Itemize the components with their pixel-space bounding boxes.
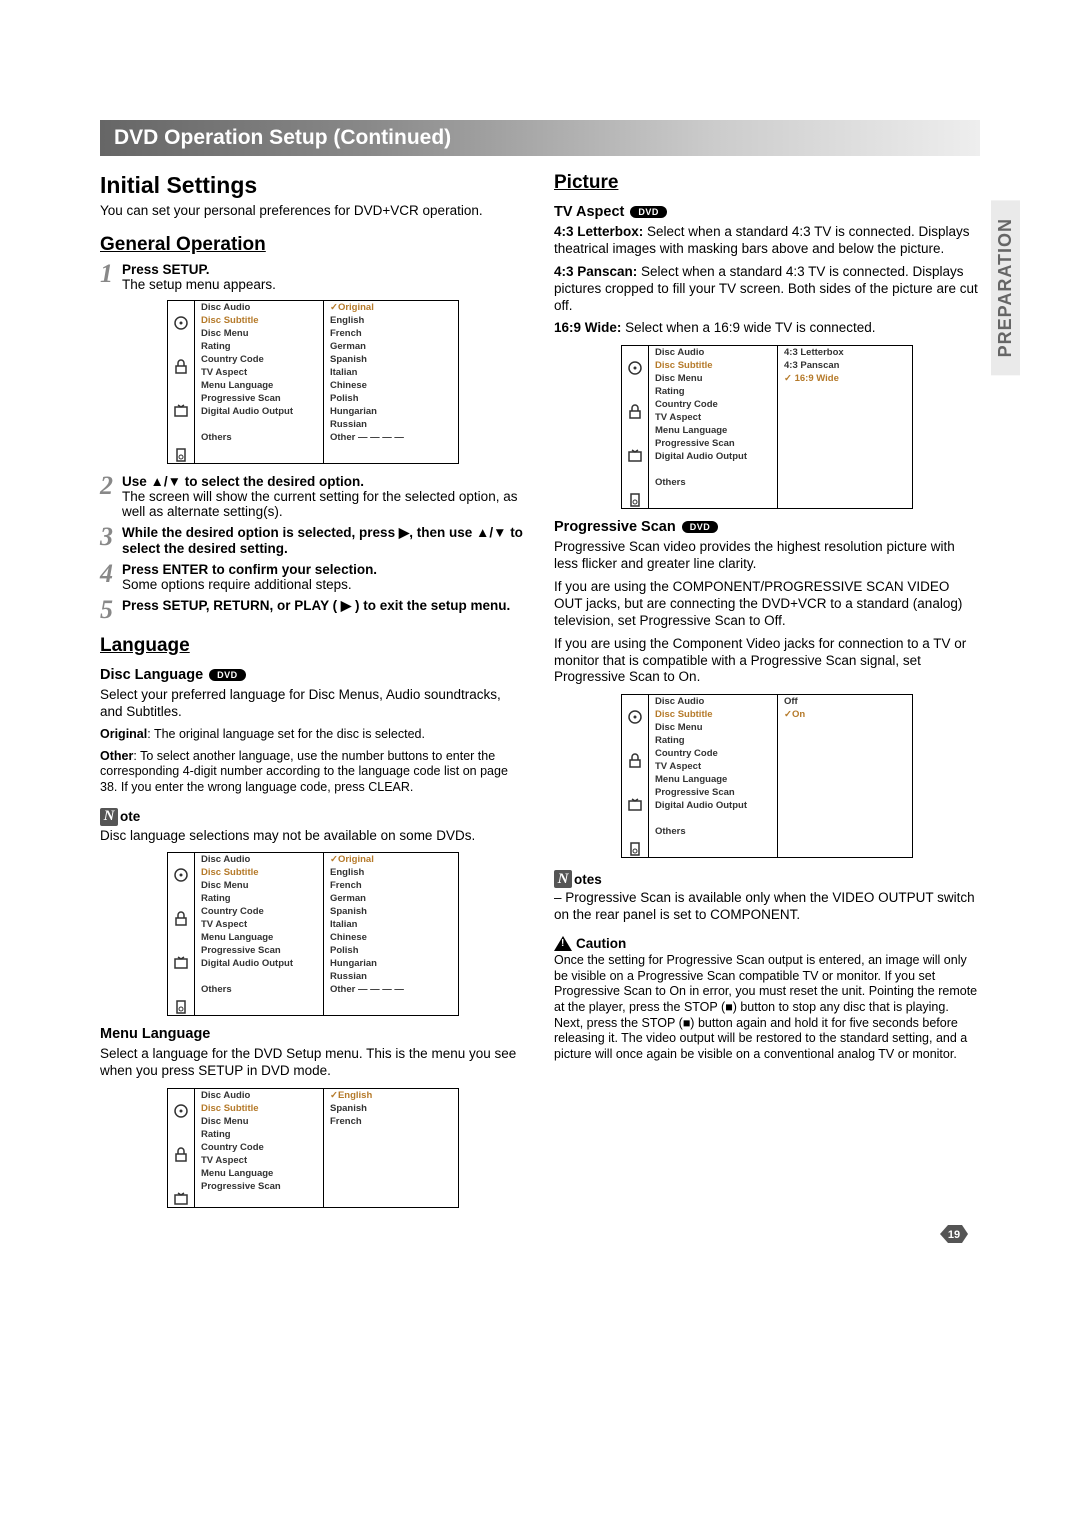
disc-icon (627, 360, 643, 376)
lock-icon (627, 753, 643, 769)
setup-menu-screenshot: Disc Audio Disc Subtitle Disc Menu Ratin… (167, 1088, 459, 1208)
step-number: 5 (100, 598, 122, 621)
note-label: ote (120, 809, 140, 824)
warning-icon (554, 936, 572, 951)
speaker-icon (627, 841, 643, 857)
step-number: 1 (100, 262, 122, 285)
speaker-icon (627, 492, 643, 508)
dvd-badge: DVD (209, 669, 246, 681)
tv-icon (627, 448, 643, 464)
page-number: 19 (934, 1223, 970, 1248)
disc-icon (173, 867, 189, 883)
tv-icon (173, 955, 189, 971)
notes-body: – Progressive Scan is available only whe… (554, 890, 980, 924)
note-body: Disc language selections may not be avai… (100, 828, 526, 845)
caution-heading: Caution (554, 936, 980, 951)
lock-icon (627, 404, 643, 420)
notes-label: otes (574, 872, 602, 887)
tv-icon (173, 1191, 189, 1207)
step-body: The screen will show the current setting… (122, 489, 517, 519)
caution-label: Caution (576, 936, 626, 951)
setup-menu-screenshot: Disc Audio Disc Subtitle Disc Menu Ratin… (167, 300, 459, 464)
left-column: Initial Settings You can set your person… (100, 170, 526, 1218)
disc-language-body: Select your preferred language for Disc … (100, 687, 526, 721)
page-title-bar: DVD Operation Setup (Continued) (100, 120, 980, 156)
note-icon: N (100, 808, 118, 826)
heading-tv-aspect: TV Aspect DVD (554, 204, 980, 220)
lock-icon (173, 911, 189, 927)
svg-text:19: 19 (948, 1229, 960, 1241)
heading-general-operation: General Operation (100, 234, 526, 256)
letterbox-line: 4:3 Letterbox: Select when a standard 4:… (554, 224, 980, 258)
ps-body-1: Progressive Scan video provides the high… (554, 539, 980, 573)
lock-icon (173, 1147, 189, 1163)
dvd-badge: DVD (630, 206, 667, 218)
disc-icon (173, 315, 189, 331)
disc-icon (173, 1103, 189, 1119)
step-lead: Press ENTER to confirm your selection. (122, 562, 377, 577)
wide-line: 16:9 Wide: Select when a 16:9 wide TV is… (554, 320, 980, 337)
tv-icon (627, 797, 643, 813)
note-icon: N (554, 870, 572, 888)
panscan-line: 4:3 Panscan: Select when a standard 4:3 … (554, 264, 980, 315)
step-body: Some options require additional steps. (122, 577, 352, 592)
step-number: 4 (100, 562, 122, 585)
ps-body-3: If you are using the Component Video jac… (554, 636, 980, 687)
other-line: Other: To select another language, use t… (100, 749, 526, 796)
tv-icon (173, 403, 189, 419)
heading-disc-language: Disc Language DVD (100, 667, 526, 683)
speaker-icon (173, 999, 189, 1015)
setup-menu-screenshot: Disc Audio Disc Subtitle Disc Menu Ratin… (167, 852, 459, 1016)
heading-language: Language (100, 635, 526, 657)
dvd-badge: DVD (682, 521, 719, 533)
step-number: 3 (100, 525, 122, 548)
heading-progressive-scan: Progressive Scan DVD (554, 519, 980, 535)
step-lead: While the desired option is selected, pr… (122, 525, 523, 556)
setup-menu-screenshot: Disc Audio Disc Subtitle Disc Menu Ratin… (621, 694, 913, 858)
step-5: 5 Press SETUP, RETURN, or PLAY ( ▶ ) to … (100, 598, 526, 621)
step-4: 4 Press ENTER to confirm your selection.… (100, 562, 526, 592)
step-2: 2 Use ▲/▼ to select the desired option. … (100, 474, 526, 519)
caution-body: Once the setting for Progressive Scan ou… (554, 953, 980, 1062)
original-line: Original: The original language set for … (100, 727, 526, 743)
heading-initial-settings: Initial Settings (100, 172, 526, 199)
speaker-icon (173, 447, 189, 463)
disc-icon (627, 709, 643, 725)
heading-picture: Picture (554, 172, 980, 194)
menu-language-body: Select a language for the DVD Setup menu… (100, 1046, 526, 1080)
step-body: The setup menu appears. (122, 277, 276, 292)
step-lead: Press SETUP. (122, 262, 210, 277)
section-tab: PREPARATION (991, 200, 1020, 375)
note-heading: N ote (100, 808, 526, 826)
lock-icon (173, 359, 189, 375)
step-3: 3 While the desired option is selected, … (100, 525, 526, 556)
step-lead: Use ▲/▼ to select the desired option. (122, 474, 364, 489)
right-column: Picture TV Aspect DVD 4:3 Letterbox: Sel… (554, 170, 980, 1218)
ps-body-2: If you are using the COMPONENT/PROGRESSI… (554, 579, 980, 630)
notes-heading: N otes (554, 870, 980, 888)
initial-intro: You can set your personal preferences fo… (100, 203, 526, 220)
step-number: 2 (100, 474, 122, 497)
setup-menu-screenshot: Disc Audio Disc Subtitle Disc Menu Ratin… (621, 345, 913, 509)
step-1: 1 Press SETUP. The setup menu appears. (100, 262, 526, 292)
heading-menu-language: Menu Language (100, 1026, 526, 1042)
step-lead: Press SETUP, RETURN, or PLAY ( ▶ ) to ex… (122, 598, 510, 613)
